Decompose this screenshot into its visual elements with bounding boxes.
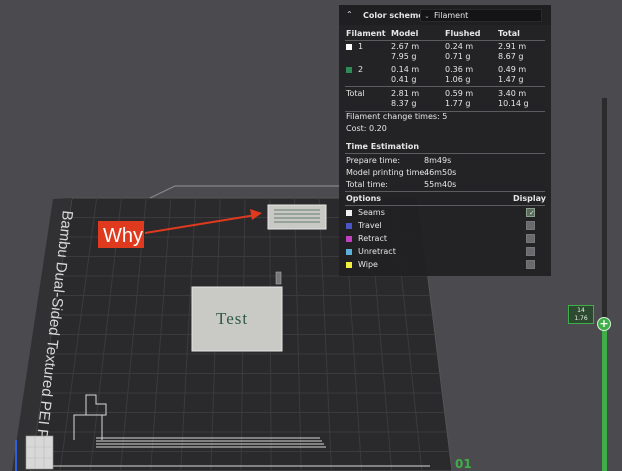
col-filament: Filament <box>346 29 386 38</box>
option-unretract-checkbox[interactable] <box>526 247 535 256</box>
option-travel-label: Travel <box>358 221 382 230</box>
divider <box>345 191 545 192</box>
layer-slider-fill <box>602 324 607 471</box>
layer-height: 1.76 <box>574 315 588 322</box>
prepare-time-label: Prepare time: <box>346 156 401 165</box>
filament-1-total-g: 8.67 g <box>498 52 524 61</box>
filament-1-flushed-m: 0.24 m <box>445 42 474 51</box>
filament-1-total-m: 2.91 m <box>498 42 527 51</box>
wipe-swatch <box>346 262 352 268</box>
prepare-time-value: 8m49s <box>424 156 452 165</box>
filament-1-model-g: 7.95 g <box>391 52 417 61</box>
color-scheme-value: Filament <box>434 11 469 20</box>
view-cube[interactable] <box>25 435 54 470</box>
option-travel-checkbox[interactable] <box>526 221 535 230</box>
color-scheme-dropdown[interactable]: ⌄ Filament <box>420 9 542 22</box>
layer-slider-handle[interactable]: + <box>597 317 611 331</box>
divider <box>345 153 545 154</box>
annotation-label: Why <box>103 225 143 247</box>
filament-2-flushed-m: 0.36 m <box>445 65 474 74</box>
plate-number[interactable]: 01 <box>455 457 472 471</box>
filament-2-flushed-g: 1.06 g <box>445 75 471 84</box>
option-retract-label: Retract <box>358 234 387 243</box>
total-total-g: 10.14 g <box>498 99 529 108</box>
filament-1-swatch <box>346 44 352 50</box>
travel-swatch <box>346 223 352 229</box>
chevron-up-icon[interactable]: ⌃ <box>346 10 353 20</box>
option-seams-label: Seams <box>358 208 385 217</box>
option-wipe-checkbox[interactable] <box>526 260 535 269</box>
total-model-m: 2.81 m <box>391 89 420 98</box>
col-total: Total <box>498 29 520 38</box>
filament-1-flushed-g: 0.71 g <box>445 52 471 61</box>
options-header: Options <box>346 194 382 203</box>
total-time-value: 55m40s <box>424 180 457 189</box>
total-label: Total <box>346 89 365 98</box>
filament-2-swatch <box>346 67 352 73</box>
check-icon: ✓ <box>529 209 535 217</box>
total-flushed-m: 0.59 m <box>445 89 474 98</box>
layer-number: 14 <box>577 307 585 314</box>
filament-2-total-g: 1.47 g <box>498 75 524 84</box>
option-retract-checkbox[interactable] <box>526 234 535 243</box>
filament-2-id: 2 <box>358 65 364 74</box>
divider <box>345 40 545 41</box>
filament-2-model-g: 0.41 g <box>391 75 417 84</box>
wipe-tower <box>267 204 327 230</box>
layer-slider-label: 14 1.76 <box>568 305 594 324</box>
total-total-m: 3.40 m <box>498 89 527 98</box>
slice-stats-panel: ⌃ Color scheme ⌄ Filament Filament Model… <box>339 5 551 276</box>
option-seams-checkbox[interactable]: ✓ <box>526 208 535 217</box>
option-unretract-label: Unretract <box>358 247 396 256</box>
retract-swatch <box>346 236 352 242</box>
total-flushed-g: 1.77 g <box>445 99 471 108</box>
color-scheme-label: Color scheme <box>363 11 424 20</box>
filament-2-total-m: 0.49 m <box>498 65 527 74</box>
total-model-g: 8.37 g <box>391 99 417 108</box>
cost: Cost: 0.20 <box>346 124 387 133</box>
filament-1-model-m: 2.67 m <box>391 42 420 51</box>
unretract-swatch <box>346 249 352 255</box>
filament-2-model-m: 0.14 m <box>391 65 420 74</box>
plate-handle <box>149 185 361 199</box>
display-header: Display <box>513 194 546 203</box>
model-printing-time-value: 46m50s <box>424 168 457 177</box>
option-wipe-label: Wipe <box>358 260 378 269</box>
divider <box>345 86 545 87</box>
model-printing-time-label: Model printing time: <box>346 168 428 177</box>
filament-1-id: 1 <box>358 42 364 51</box>
pin-object <box>275 271 282 285</box>
col-flushed: Flushed <box>445 29 481 38</box>
time-estimation-title: Time Estimation <box>346 142 420 151</box>
divider <box>345 205 545 206</box>
filament-change-times: Filament change times: 5 <box>346 112 448 121</box>
chevron-down-icon: ⌄ <box>424 12 430 20</box>
seams-swatch <box>346 210 352 216</box>
object-label: Test <box>216 309 248 328</box>
col-model: Model <box>391 29 419 38</box>
total-time-label: Total time: <box>346 180 388 189</box>
